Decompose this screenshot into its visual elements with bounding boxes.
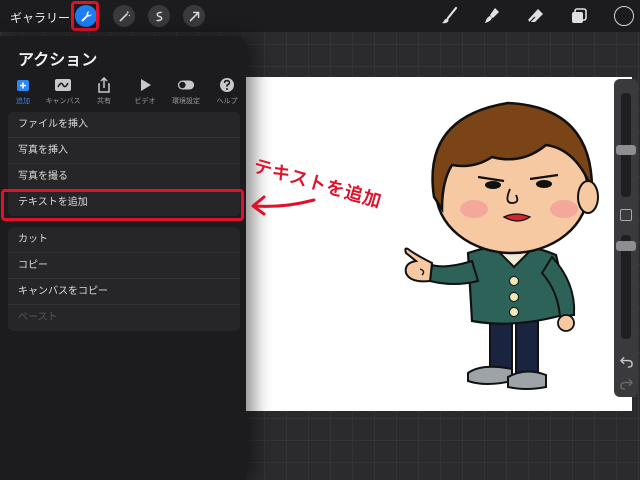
redo-icon — [619, 378, 633, 390]
transform-arrow-icon — [189, 11, 199, 21]
modify-button[interactable] — [620, 209, 632, 221]
adjustments-button[interactable] — [113, 5, 135, 27]
brush-size-thumb[interactable] — [616, 145, 636, 155]
tab-help[interactable]: ヘルプ — [204, 76, 250, 106]
layers-button[interactable] — [568, 5, 590, 27]
prefs-toggle-icon — [177, 80, 195, 90]
top-toolbar: ギャラリー — [0, 0, 640, 32]
brush-button[interactable] — [439, 5, 461, 27]
magic-wand-icon — [119, 10, 130, 21]
actions-panel: アクション 追加 キャンバス 共有 ビデオ 環境設定 ヘルプ ファイルを挿入 写… — [0, 36, 246, 480]
clipboard-group: カット コピー キャンバスをコピー ペースト — [8, 227, 240, 331]
gallery-button[interactable]: ギャラリー — [10, 9, 70, 26]
opacity-slider[interactable] — [616, 235, 636, 339]
help-icon — [220, 78, 234, 92]
color-picker-button[interactable] — [614, 6, 634, 26]
layers-icon — [572, 8, 587, 23]
add-text-highlight-box — [1, 189, 244, 221]
brush-size-slider[interactable] — [616, 93, 636, 197]
panel-title: アクション — [18, 50, 98, 69]
insert-photo-item[interactable]: 写真を挿入 — [8, 138, 240, 164]
transform-button[interactable] — [183, 5, 205, 27]
video-icon — [141, 79, 151, 91]
copy-item[interactable]: コピー — [8, 253, 240, 279]
drawing-canvas[interactable] — [246, 77, 632, 411]
canvas-icon — [55, 79, 71, 91]
wrench-highlight-box — [71, 1, 99, 31]
add-icon — [17, 80, 29, 91]
tab-video[interactable]: ビデオ — [122, 76, 168, 106]
opacity-thumb[interactable] — [616, 241, 636, 251]
selection-icon — [155, 11, 162, 21]
eraser-button[interactable] — [525, 5, 547, 27]
brush-icon — [442, 6, 458, 24]
undo-button[interactable] — [618, 353, 634, 369]
eraser-icon — [528, 9, 543, 23]
insert-file-item[interactable]: ファイルを挿入 — [8, 112, 240, 138]
smudge-button[interactable] — [481, 5, 503, 27]
selection-button[interactable] — [148, 5, 170, 27]
tab-share[interactable]: 共有 — [81, 76, 127, 106]
smudge-icon — [485, 8, 499, 23]
character-illustration — [404, 101, 599, 390]
copy-canvas-item[interactable]: キャンバスをコピー — [8, 279, 240, 305]
tab-preferences[interactable]: 環境設定 — [163, 76, 209, 106]
right-sidebar — [614, 79, 638, 397]
annotation-arrow-icon — [251, 195, 316, 216]
paste-item[interactable]: ペースト — [8, 305, 240, 331]
cut-item[interactable]: カット — [8, 227, 240, 253]
share-icon — [98, 77, 110, 93]
tab-canvas[interactable]: キャンバス — [40, 76, 86, 106]
take-photo-item[interactable]: 写真を撮る — [8, 164, 240, 190]
undo-icon — [619, 356, 633, 368]
redo-button[interactable] — [618, 375, 634, 391]
